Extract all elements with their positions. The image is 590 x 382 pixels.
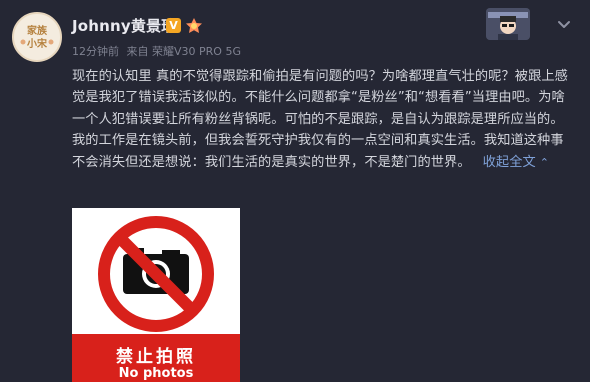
- collapse-label: 收起全文: [482, 154, 536, 170]
- weibo-post: 家族 小宋 Johnny黄景瑜 V 12分钟前 来自 荣耀V30 PRO 5G: [0, 0, 590, 382]
- avatar[interactable]: 家族 小宋: [12, 12, 62, 62]
- post-time[interactable]: 12分钟前: [72, 45, 119, 58]
- member-level-icon: [185, 17, 203, 34]
- post-source: 来自 荣耀V30 PRO 5G: [126, 45, 241, 58]
- post-content: 现在的认知里 真的不觉得跟踪和偷拍是有问题的吗？为啥都理直气壮的呢？被跟上感觉是…: [72, 66, 572, 173]
- verified-badge-icon: V: [166, 18, 181, 33]
- more-options-chevron-icon[interactable]: [553, 14, 575, 36]
- svg-text:家族: 家族: [27, 24, 48, 37]
- post-meta: 12分钟前 来自 荣耀V30 PRO 5G: [72, 43, 245, 59]
- svg-text:小宋: 小宋: [26, 37, 47, 50]
- sign-text-en: No photos: [118, 366, 194, 381]
- post-image[interactable]: 禁止拍照 No photos: [72, 208, 240, 382]
- author-name[interactable]: Johnny黄景瑜: [72, 15, 177, 36]
- collapse-button[interactable]: 收起全文 ⌃: [483, 155, 549, 170]
- profile-cover-thumbnail: [486, 8, 530, 40]
- sign-text-zh: 禁止拍照: [116, 347, 196, 367]
- chevron-up-icon: ⌃: [539, 155, 550, 169]
